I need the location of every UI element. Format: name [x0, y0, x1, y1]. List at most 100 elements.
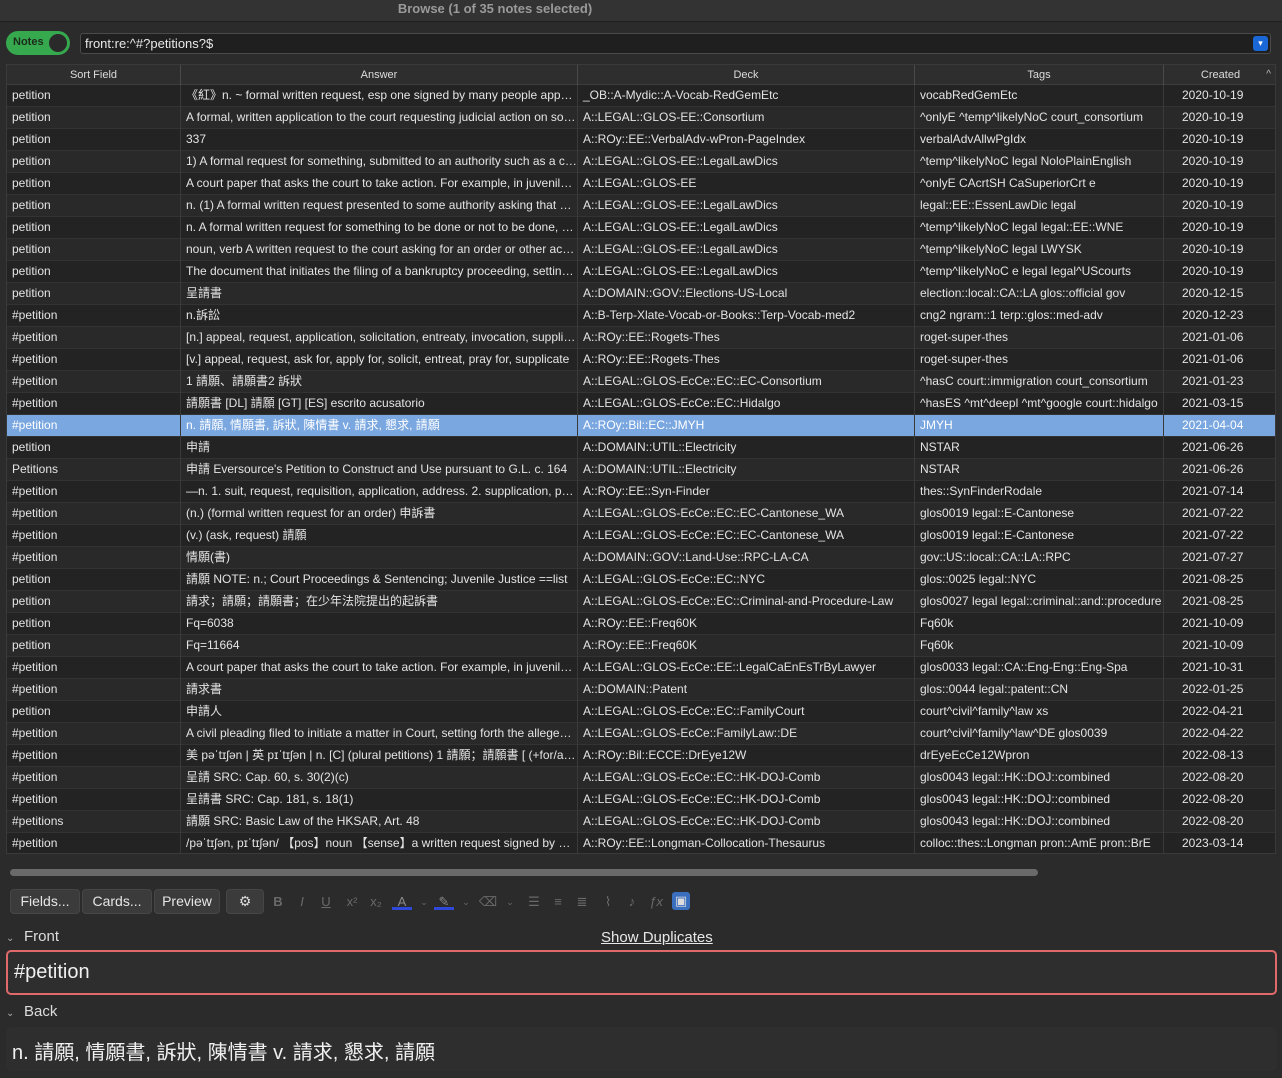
table-row[interactable]: #petition A court paper that asks the cou… [7, 657, 1275, 679]
table-row[interactable]: #petition 呈請 SRC: Cap. 60, s. 30(2)(c) A::… [7, 767, 1275, 789]
cell-deck: A::LEGAL::GLOS-EE::LegalLawDics [578, 239, 915, 261]
table-row[interactable]: petition 337 A::ROy::EE::VerbalAdv-wPron-P… [7, 129, 1275, 151]
table-row[interactable]: petition 請求；請願；請願書；在少年法院提出的起訴書 A::LEGAL::G… [7, 591, 1275, 613]
cell-created: 2021-10-09 [1164, 635, 1275, 657]
column-header-tags[interactable]: Tags [915, 65, 1164, 85]
cell-answer: n. A formal written request for somethin… [181, 217, 578, 239]
table-row[interactable]: petition n. A formal written request for … [7, 217, 1275, 239]
microphone-icon[interactable]: ♪ [622, 892, 642, 912]
superscript-icon[interactable]: x² [342, 892, 362, 912]
table-row[interactable]: #petition 請願書 [DL] 請願 [GT] [ES] escrito a… [7, 393, 1275, 415]
chevron-down-icon[interactable]: ⌄ [414, 892, 434, 912]
column-header-created[interactable]: Created ^ [1164, 65, 1275, 85]
chevron-down-icon[interactable]: ⌄ [456, 892, 476, 912]
table-row[interactable]: petition The document that initiates the … [7, 261, 1275, 283]
table-row[interactable]: petition n. (1) A formal written request … [7, 195, 1275, 217]
cell-tags: ^onlyE ^temp^likelyNoC court_consortium [915, 107, 1164, 129]
eraser-icon[interactable]: ⌫ [478, 892, 498, 912]
fields-button[interactable]: Fields... [10, 889, 80, 914]
table-row[interactable]: #petition 情願(書) A::DOMAIN::GOV::Land-Use::… [7, 547, 1275, 569]
table-row[interactable]: #petition A civil pleading filed to initi… [7, 723, 1275, 745]
cell-answer: n. (1) A formal written request presente… [181, 195, 578, 217]
horizontal-scrollbar[interactable] [6, 866, 1276, 878]
chevron-down-icon[interactable]: ▾ [1253, 36, 1268, 51]
table-row[interactable]: petition 請願 NOTE: n.; Court Proceedings &… [7, 569, 1275, 591]
bullet-list-icon[interactable]: ☰ [524, 892, 544, 912]
chevron-down-icon[interactable]: ⌄ [6, 933, 24, 944]
front-field-header[interactable]: ⌄ Front [6, 928, 59, 950]
paperclip-icon[interactable]: ⌇ [598, 892, 618, 912]
back-field-editor[interactable]: n. 請願, 情願書, 訴狀, 陳情書 v. 請求, 懇求, 請願 [6, 1027, 1277, 1071]
cell-sort-field: petition [7, 217, 181, 239]
cell-sort-field: #petition [7, 547, 181, 569]
image-occlusion-icon[interactable]: ▣ [672, 892, 690, 910]
table-row[interactable]: Petitions 申請 Eversource's Petition to Con… [7, 459, 1275, 481]
table-row[interactable]: #petition [v.] appeal, request, ask for, … [7, 349, 1275, 371]
table-row[interactable]: petition Fq=11664 A::ROy::EE::Freq60K Fq60k… [7, 635, 1275, 657]
column-header-deck[interactable]: Deck [578, 65, 915, 85]
table-row[interactable]: #petition —n. 1. suit, request, requisiti… [7, 481, 1275, 503]
column-header-sort-field[interactable]: Sort Field [7, 65, 181, 85]
table-row[interactable]: #petition n.訴訟 A::B-Terp-Xlate-Vocab-or-Bo… [7, 305, 1275, 327]
cell-deck: A::DOMAIN::UTIL::Electricity [578, 437, 915, 459]
table-row[interactable]: petition 呈請書 A::DOMAIN::GOV::Elections-US-… [7, 283, 1275, 305]
cell-tags: glos::0025 legal::NYC [915, 569, 1164, 591]
table-row[interactable]: #petition 美 pəˈtɪʃən | 英 pɪˈtɪʃən | n. [C… [7, 745, 1275, 767]
gear-icon[interactable]: ⚙ [226, 889, 264, 914]
cell-created: 2022-08-20 [1164, 811, 1275, 833]
cell-deck: A::DOMAIN::Patent [578, 679, 915, 701]
table-row[interactable]: petition 1) A formal request for somethin… [7, 151, 1275, 173]
cards-button[interactable]: Cards... [82, 889, 152, 914]
table-row[interactable]: #petition (n.) (formal written request fo… [7, 503, 1275, 525]
chevron-down-icon[interactable]: ⌄ [6, 1008, 24, 1019]
cell-created: 2021-04-04 [1164, 415, 1275, 437]
table-row[interactable]: #petition 呈請書 SRC: Cap. 181, s. 18(1) A::L… [7, 789, 1275, 811]
bold-icon[interactable]: B [268, 892, 288, 912]
scrollbar-thumb[interactable] [10, 869, 1038, 876]
cell-answer: 1 請願、請願書2 訴狀 [181, 371, 578, 393]
table-row[interactable]: #petitions 請願 SRC: Basic Law of the HKSAR… [7, 811, 1275, 833]
search-input[interactable]: front:re:^#?petitions?$ ▾ [80, 33, 1271, 54]
function-icon[interactable]: ƒx [646, 892, 666, 912]
italic-icon[interactable]: I [292, 892, 312, 912]
underline-icon[interactable]: U [316, 892, 336, 912]
table-row[interactable]: petition 申請人 A::LEGAL::GLOS-EcCe::EC::Fami… [7, 701, 1275, 723]
table-row[interactable]: petition Fq=6038 A::ROy::EE::Freq60K Fq60k 2… [7, 613, 1275, 635]
table-body: petition 《紅》n. ~ formal written request, … [7, 85, 1275, 853]
table-row[interactable]: petition 《紅》n. ~ formal written request, … [7, 85, 1275, 107]
back-field-header[interactable]: ⌄ Back [6, 1003, 57, 1025]
cell-tags: vocabRedGemEtc [915, 85, 1164, 107]
preview-button[interactable]: Preview [154, 889, 220, 914]
numbered-list-icon[interactable]: ≡ [548, 892, 568, 912]
chevron-down-icon[interactable]: ⌄ [500, 892, 520, 912]
table-row[interactable]: #petition 1 請願、請願書2 訴狀 A::LEGAL::GLOS-EcCe… [7, 371, 1275, 393]
highlight-icon[interactable]: ✎ [434, 892, 454, 910]
cell-created: 2020-10-19 [1164, 151, 1275, 173]
table-row[interactable]: petition 申請 A::DOMAIN::UTIL::Electricity NS… [7, 437, 1275, 459]
column-header-answer[interactable]: Answer [181, 65, 578, 85]
window-title: Browse (1 of 35 notes selected) [397, 1, 593, 16]
cell-created: 2021-07-14 [1164, 481, 1275, 503]
cell-deck: A::DOMAIN::UTIL::Electricity [578, 459, 915, 481]
text-color-icon[interactable]: A [392, 892, 412, 910]
table-row[interactable]: petition noun, verb A written request to … [7, 239, 1275, 261]
notes-cards-toggle[interactable]: Notes [6, 31, 70, 55]
table-row[interactable]: #petition 請求書 A::DOMAIN::Patent glos::0044 … [7, 679, 1275, 701]
cell-sort-field: #petition [7, 371, 181, 393]
front-field-editor[interactable]: #petition [6, 950, 1277, 995]
table-row[interactable]: petition A formal, written application to… [7, 107, 1275, 129]
cell-answer: 請求書 [181, 679, 578, 701]
table-row[interactable]: #petition n. 請願, 情願書, 訴狀, 陳情書 v. 請求, 懇求, … [7, 415, 1275, 437]
table-row[interactable]: #petition/pəˈtɪʃən, pɪˈtɪʃən/ 【pos】noun … [7, 833, 1275, 853]
cell-sort-field: #petition [7, 767, 181, 789]
table-row[interactable]: #petition [n.] appeal, request, applicati… [7, 327, 1275, 349]
table-row[interactable]: #petition (v.) (ask, request) 請願 A::LEGAL:… [7, 525, 1275, 547]
cell-sort-field: petition [7, 239, 181, 261]
show-duplicates-link[interactable]: Show Duplicates [601, 929, 713, 946]
table-row[interactable]: petition A court paper that asks the cour… [7, 173, 1275, 195]
cell-tags: roget-super-thes [915, 349, 1164, 371]
subscript-icon[interactable]: x₂ [366, 892, 386, 912]
align-icon[interactable]: ≣ [572, 892, 592, 912]
back-field-label: Back [24, 1003, 58, 1020]
cell-sort-field: #petition [7, 481, 181, 503]
